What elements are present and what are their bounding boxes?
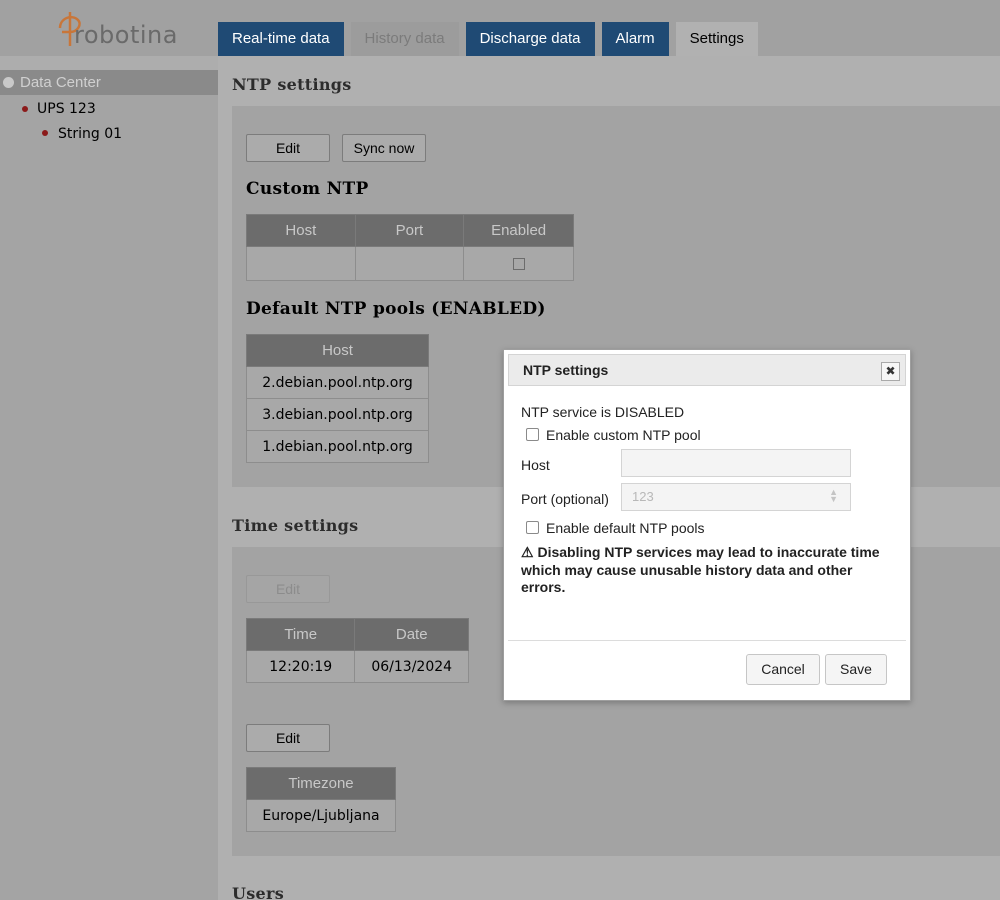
tab-alarm[interactable]: Alarm xyxy=(601,22,669,56)
default-pools-title: Default NTP pools (ENABLED) xyxy=(246,299,546,319)
custom-ntp-table: Host Port Enabled xyxy=(246,214,574,281)
custom-enabled-cell xyxy=(463,246,574,281)
status-dot-icon xyxy=(42,130,48,136)
ntp-edit-button[interactable]: Edit xyxy=(246,134,330,162)
table-row: 12:20:19 06/13/2024 xyxy=(245,650,469,683)
dialog-title: NTP settings xyxy=(523,362,609,378)
table-row: Europe/Ljubljana xyxy=(246,799,396,832)
custom-ntp-title: Custom NTP xyxy=(246,179,369,199)
tab-discharge-data[interactable]: Discharge data xyxy=(465,22,595,56)
time-date-table: Time Date 12:20:19 06/13/2024 xyxy=(245,618,469,683)
pool-host-cell: 1.debian.pool.ntp.org xyxy=(246,430,429,463)
default-pools-table: Host 2.debian.pool.ntp.org 3.debian.pool… xyxy=(246,334,429,463)
tree-root-label: Data Center xyxy=(20,74,101,91)
column-header-timezone: Timezone xyxy=(246,767,396,800)
save-button[interactable]: Save xyxy=(825,654,887,685)
users-section-title: Users xyxy=(232,884,285,900)
dialog-titlebar[interactable]: NTP settings ✖ xyxy=(508,354,906,386)
column-header-enabled: Enabled xyxy=(463,214,574,247)
tab-settings[interactable]: Settings xyxy=(675,22,758,56)
close-icon[interactable]: ✖ xyxy=(881,362,900,381)
app-header: robotina Real-time data History data Dis… xyxy=(0,0,1000,56)
pool-host-cell: 3.debian.pool.ntp.org xyxy=(246,398,429,431)
column-header-time: Time xyxy=(245,618,356,651)
port-placeholder: 123 xyxy=(632,489,654,504)
logo-text: robotina xyxy=(74,21,178,49)
status-dot-icon xyxy=(22,106,28,112)
column-header-port: Port xyxy=(354,214,465,247)
timezone-edit-button[interactable]: Edit xyxy=(246,724,330,752)
column-header-host: Host xyxy=(246,214,356,247)
enable-custom-ntp-label[interactable]: Enable custom NTP pool xyxy=(546,427,701,443)
warning-text: Disabling NTP services may lead to inacc… xyxy=(521,544,880,595)
ntp-settings-dialog: NTP settings ✖ NTP service is DISABLED E… xyxy=(503,349,911,701)
ntp-section-title: NTP settings xyxy=(232,75,352,94)
cancel-button[interactable]: Cancel xyxy=(746,654,820,685)
table-row xyxy=(246,246,574,281)
tree-root-data-center[interactable]: Data Center xyxy=(0,70,218,95)
robotina-logo[interactable]: robotina xyxy=(50,6,180,52)
enable-custom-ntp-checkbox[interactable] xyxy=(526,428,539,441)
ntp-status-text: NTP service is DISABLED xyxy=(521,404,685,420)
host-field[interactable] xyxy=(621,449,851,477)
warning-icon: ⚠ xyxy=(521,544,534,560)
table-row: 2.debian.pool.ntp.org xyxy=(246,366,429,399)
tree-item-ups-123[interactable]: UPS 123 xyxy=(37,101,96,117)
tree-item-string-01[interactable]: String 01 xyxy=(58,126,122,142)
device-tree-sidebar: Data Center UPS 123 String 01 xyxy=(0,70,218,900)
dialog-footer-divider xyxy=(508,640,906,641)
ntp-sync-now-button[interactable]: Sync now xyxy=(342,134,426,162)
main-tabs: Real-time data History data Discharge da… xyxy=(218,22,758,56)
table-row: 1.debian.pool.ntp.org xyxy=(246,430,429,463)
host-label: Host xyxy=(521,457,550,473)
timezone-value-cell: Europe/Ljubljana xyxy=(246,799,396,832)
enabled-checkbox[interactable] xyxy=(512,257,525,270)
table-row: 3.debian.pool.ntp.org xyxy=(246,398,429,431)
time-edit-button[interactable]: Edit xyxy=(246,575,330,603)
column-header-host: Host xyxy=(246,334,429,367)
warning-message: ⚠ Disabling NTP services may lead to ina… xyxy=(521,544,881,597)
port-field[interactable]: 123 ▲ ▼ xyxy=(621,483,851,511)
tree-node-dot-icon xyxy=(3,77,14,88)
enable-default-pools-checkbox[interactable] xyxy=(526,521,539,534)
timezone-table: Timezone Europe/Ljubljana xyxy=(246,767,396,832)
spinner-arrows-icon[interactable]: ▲ ▼ xyxy=(829,488,838,504)
date-value-cell: 06/13/2024 xyxy=(354,650,469,683)
custom-host-cell xyxy=(246,246,356,281)
pool-host-cell: 2.debian.pool.ntp.org xyxy=(246,366,429,399)
port-label: Port (optional) xyxy=(521,491,609,507)
column-header-date: Date xyxy=(354,618,469,651)
tab-history-data[interactable]: History data xyxy=(350,22,459,56)
tab-real-time-data[interactable]: Real-time data xyxy=(218,22,344,56)
custom-port-cell xyxy=(354,246,465,281)
time-section-title: Time settings xyxy=(232,516,359,535)
enable-default-pools-label[interactable]: Enable default NTP pools xyxy=(546,520,705,536)
time-value-cell: 12:20:19 xyxy=(245,650,356,683)
